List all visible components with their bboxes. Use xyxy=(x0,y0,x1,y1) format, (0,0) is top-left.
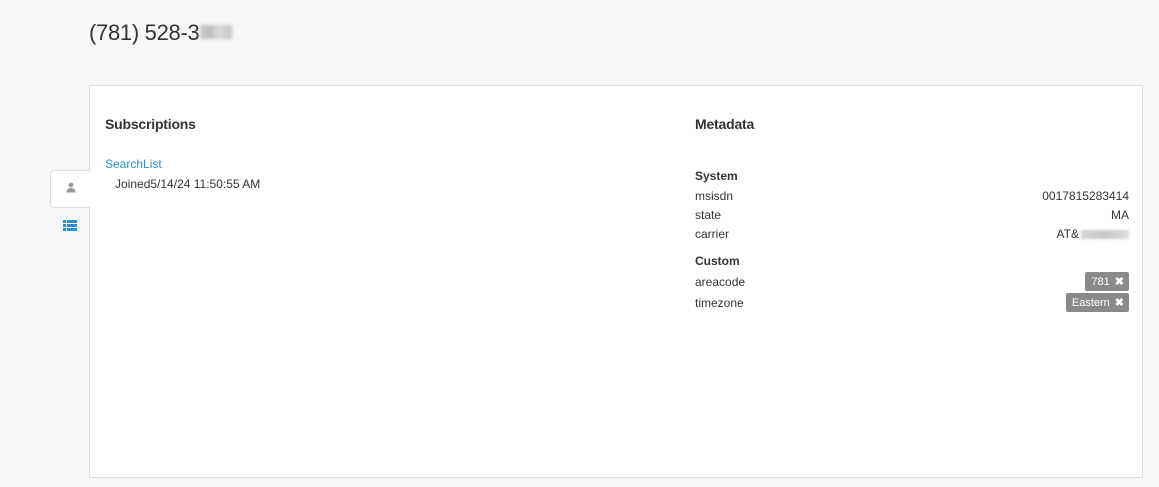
areacode-chip: 781 ✖ xyxy=(1085,272,1129,291)
meta-key: areacode xyxy=(695,274,746,289)
meta-row-timezone: timezone Eastern ✖ xyxy=(695,292,1129,313)
details-panel: Subscriptions SearchList Joined5/14/24 1… xyxy=(89,85,1143,478)
subscription-joined: Joined5/14/24 11:50:55 AM xyxy=(115,177,260,191)
meta-value: MA xyxy=(1111,207,1129,222)
chip-label: Eastern xyxy=(1071,296,1110,309)
meta-key: timezone xyxy=(695,295,744,310)
subscriptions-title: Subscriptions xyxy=(105,116,196,132)
meta-value-carrier: AT& xyxy=(1057,227,1129,241)
page-title: (781) 528-3 xyxy=(89,20,233,46)
meta-key: msisdn xyxy=(695,188,734,203)
user-icon xyxy=(66,180,76,198)
remove-icon[interactable]: ✖ xyxy=(1115,296,1124,309)
phone-number: (781) 528-3 xyxy=(89,20,200,45)
meta-row-areacode: areacode 781 ✖ xyxy=(695,271,1129,292)
meta-key: state xyxy=(695,207,722,222)
carrier-value: AT& xyxy=(1056,226,1079,241)
metadata-list: System msisdn 0017815283414 state MA car… xyxy=(695,166,1129,313)
system-group-label: System xyxy=(695,169,738,183)
chip-label: 781 xyxy=(1091,275,1110,288)
metadata-title: Metadata xyxy=(695,116,755,132)
subscription-link-searchlist[interactable]: SearchList xyxy=(105,157,162,171)
meta-row-state: state MA xyxy=(695,205,1129,224)
meta-key: carrier xyxy=(695,226,730,241)
tab-subscriptions-list[interactable] xyxy=(50,208,90,246)
list-icon xyxy=(63,218,77,236)
custom-group-label: Custom xyxy=(695,254,740,268)
meta-value: 0017815283414 xyxy=(1042,188,1129,203)
remove-icon[interactable]: ✖ xyxy=(1115,275,1124,288)
timezone-chip: Eastern ✖ xyxy=(1065,293,1129,312)
tab-profile[interactable] xyxy=(50,170,90,208)
joined-label: Joined xyxy=(115,177,151,191)
joined-date: 5/14/24 11:50:55 AM xyxy=(150,177,261,191)
meta-row-carrier: carrier AT& xyxy=(695,224,1129,243)
redacted-carrier xyxy=(1081,229,1129,239)
redacted-digits xyxy=(200,25,233,40)
meta-row-msisdn: msisdn 0017815283414 xyxy=(695,186,1129,205)
side-tabs xyxy=(50,170,90,246)
